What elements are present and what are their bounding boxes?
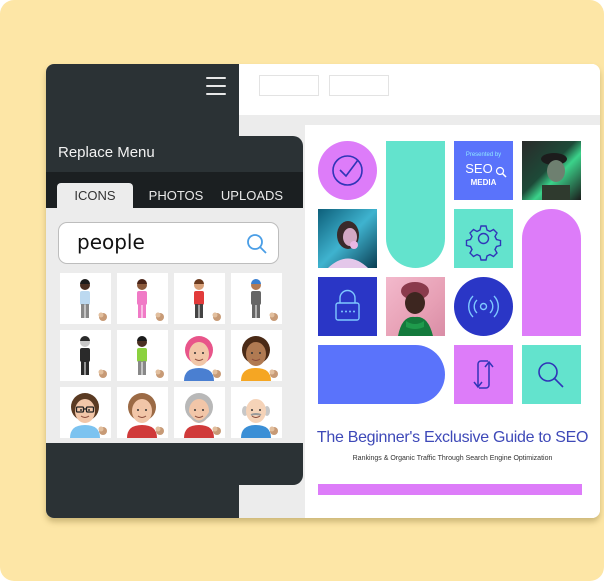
search-tile (522, 345, 581, 404)
check-circle-tile (318, 141, 377, 200)
lock-tile (318, 277, 377, 336)
brand-media-text: MEDIA (470, 178, 497, 187)
person-icon (184, 393, 221, 438)
person-icon (80, 336, 107, 378)
gear-icon (465, 225, 502, 261)
panel-body (46, 208, 303, 443)
editor-window: Presented by SEO MEDIA The Beginner's Ex… (46, 64, 600, 518)
toolbar-field-2[interactable] (329, 75, 389, 96)
icon-result-woman-pink-hair[interactable] (174, 330, 225, 381)
person-icon (137, 279, 164, 321)
document-title: The Beginner's Exclusive Guide to SEO (316, 429, 589, 446)
sync-tile (454, 345, 513, 404)
icon-result-man-turban[interactable] (231, 273, 282, 324)
lock-icon (335, 289, 360, 321)
person-photo-icon (328, 221, 368, 268)
hamburger-menu-icon[interactable] (206, 77, 226, 97)
icon-result-woman-standing[interactable] (60, 273, 111, 324)
tab-photos[interactable]: PHOTOS (144, 183, 208, 208)
search-icon[interactable] (245, 232, 269, 256)
icon-result-man-glasses[interactable] (60, 387, 111, 438)
magnifier-icon (495, 166, 507, 178)
top-toolbar (238, 64, 600, 115)
magnifier-icon (538, 362, 564, 388)
icon-result-woman-brown-hair[interactable] (231, 330, 282, 381)
swap-arrows-icon (473, 360, 494, 389)
icon-result-woman-wheelchair[interactable] (117, 330, 168, 381)
person-icon (194, 279, 221, 321)
check-circle-icon (332, 155, 363, 186)
panel-tabs: ICONS PHOTOS UPLOADS (46, 172, 303, 208)
presented-by-text: Presented by (465, 152, 502, 158)
person-icon (70, 393, 107, 438)
person-icon (241, 399, 278, 438)
person-icon (127, 393, 164, 438)
blue-pill-shape (318, 345, 445, 404)
icon-result-woman-hijab[interactable] (60, 330, 111, 381)
purple-arch-shape (522, 209, 581, 336)
photo-man-cap (522, 141, 581, 200)
replace-menu-panel: Replace Menu ICONS PHOTOS UPLOADS (46, 136, 303, 485)
person-photo-icon (541, 153, 570, 200)
icon-result-man-bald-mustache[interactable] (231, 387, 282, 438)
icon-result-man-gray-beard[interactable] (174, 387, 225, 438)
panel-title: Replace Menu (58, 144, 155, 161)
document-page: Presented by SEO MEDIA The Beginner's Ex… (305, 125, 600, 518)
person-icon (241, 336, 278, 381)
icon-result-boy-waving[interactable] (174, 273, 225, 324)
icon-result-girl-waving[interactable] (117, 273, 168, 324)
gear-tile (454, 209, 513, 268)
broadcast-tile (454, 277, 513, 336)
document-subtitle: Rankings & Organic Traffic Through Searc… (352, 455, 553, 462)
person-icon (137, 336, 164, 378)
tab-uploads[interactable]: UPLOADS (219, 183, 285, 208)
purple-footer-bar (318, 484, 582, 495)
photo-woman-bubblegum (318, 209, 377, 268)
person-photo-icon (398, 282, 433, 336)
person-icon (251, 279, 278, 321)
person-icon (184, 336, 221, 381)
broadcast-icon (468, 295, 499, 318)
tab-icons[interactable]: ICONS (57, 183, 133, 208)
search-box (58, 222, 279, 264)
photo-man-beanie (386, 277, 445, 336)
icon-result-woman-ponytail[interactable] (117, 387, 168, 438)
seo-media-badge: Presented by SEO MEDIA (454, 141, 513, 200)
teal-arch-shape (386, 141, 445, 268)
toolbar-field-1[interactable] (259, 75, 319, 96)
person-icon (80, 279, 107, 321)
search-input[interactable] (77, 229, 237, 255)
